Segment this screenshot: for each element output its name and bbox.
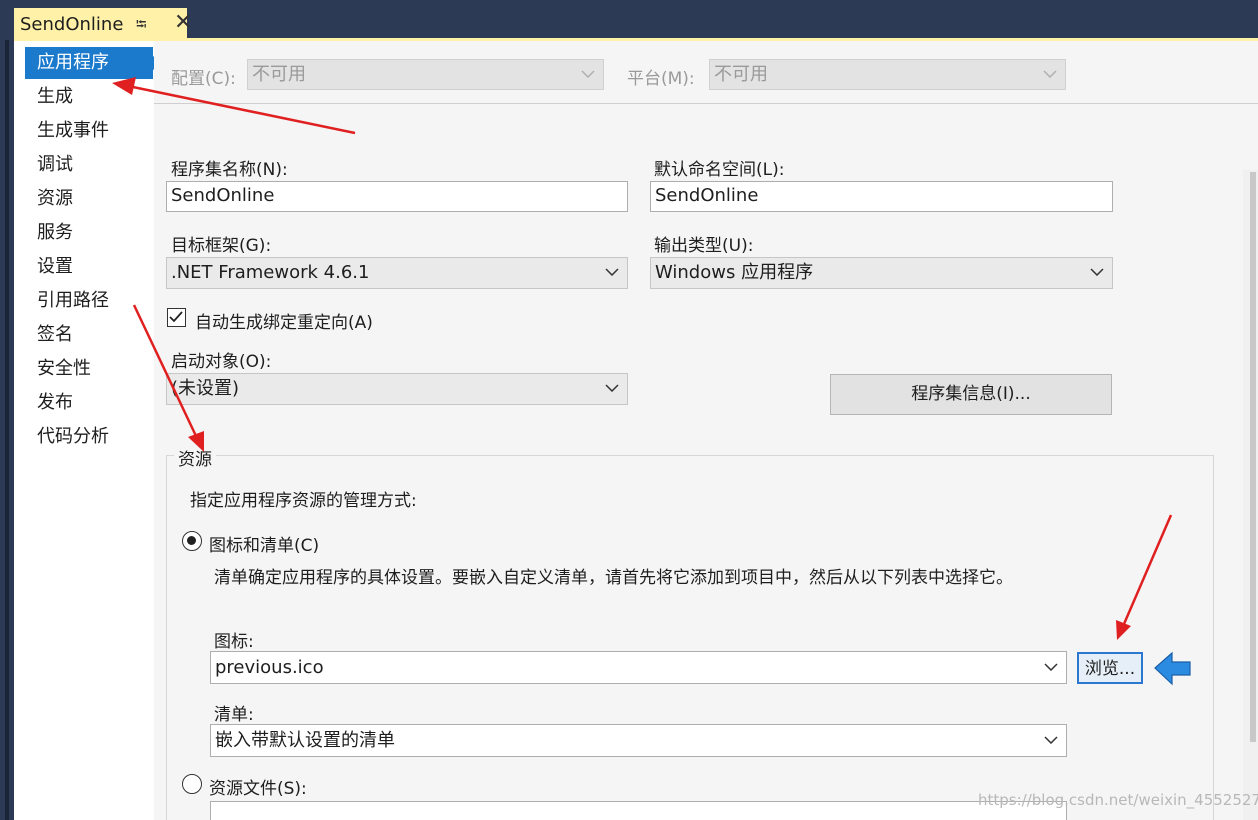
config-select: 不可用 (247, 59, 604, 90)
target-framework-value: .NET Framework 4.6.1 (171, 262, 370, 283)
nav-item-publish[interactable]: 发布 (25, 387, 153, 419)
browse-button[interactable]: 浏览... (1077, 652, 1143, 684)
default-namespace-input[interactable]: SendOnline (650, 181, 1113, 212)
output-type-label: 输出类型(U): (654, 236, 754, 256)
icon-manifest-hint: 清单确定应用程序的具体设置。要嵌入自定义清单，请首先将它添加到项目中，然后从以下… (214, 568, 1013, 588)
auto-binding-checkbox[interactable] (167, 308, 186, 327)
auto-binding-label: 自动生成绑定重定向(A) (195, 313, 373, 333)
chevron-down-icon (1090, 268, 1104, 276)
startup-object-label: 启动对象(O): (171, 352, 272, 372)
watermark: https://blog.csdn.net/weixin_45525272 (978, 791, 1258, 809)
nav-item-code-analysis[interactable]: 代码分析 (25, 421, 153, 453)
resource-file-input[interactable] (210, 801, 1067, 820)
chevron-down-icon (605, 268, 619, 276)
manifest-select[interactable]: 嵌入带默认设置的清单 (210, 724, 1067, 757)
assembly-name-label: 程序集名称(N): (171, 160, 288, 180)
icon-manifest-radio[interactable] (182, 531, 202, 551)
assembly-name-input[interactable]: SendOnline (166, 181, 628, 212)
nav-item-debug[interactable]: 调试 (25, 149, 153, 181)
chevron-down-icon (605, 384, 619, 392)
close-icon[interactable]: ✕ (174, 10, 192, 35)
startup-object-select[interactable]: (未设置) (166, 373, 628, 405)
document-tab[interactable]: SendOnline ⭾ ✕ (14, 8, 192, 40)
icon-label: 图标: (214, 632, 254, 652)
chevron-down-icon (1044, 662, 1058, 671)
platform-label: 平台(M): (627, 69, 695, 89)
nav-item-reference-paths[interactable]: 引用路径 (25, 285, 153, 317)
chevron-down-icon (581, 69, 595, 78)
assembly-info-button[interactable]: 程序集信息(I)... (830, 374, 1112, 415)
resources-description: 指定应用程序资源的管理方式: (190, 491, 417, 511)
checkmark-icon (169, 311, 183, 323)
nav-item-security[interactable]: 安全性 (25, 353, 153, 385)
nav-item-settings[interactable]: 设置 (25, 251, 153, 283)
pin-icon[interactable]: ⭾ (136, 14, 147, 38)
output-type-select[interactable]: Windows 应用程序 (650, 257, 1113, 289)
startup-object-value: (未设置) (171, 378, 240, 399)
output-type-value: Windows 应用程序 (655, 262, 814, 283)
target-framework-label: 目标框架(G): (171, 236, 272, 256)
resource-file-radio[interactable] (182, 774, 202, 794)
document-tab-title: SendOnline (20, 13, 124, 35)
nav-item-services[interactable]: 服务 (25, 217, 153, 249)
chevron-down-icon (1044, 735, 1058, 744)
nav-item-application[interactable]: 应用程序 (25, 47, 163, 79)
config-select-value: 不可用 (252, 64, 306, 85)
nav-item-build[interactable]: 生成 (25, 81, 153, 113)
nav-item-resources[interactable]: 资源 (25, 183, 153, 215)
nav-item-signing[interactable]: 签名 (25, 319, 153, 351)
resource-file-radio-label: 资源文件(S): (209, 779, 307, 799)
left-window-edge-strip (5, 40, 9, 820)
config-label: 配置(C): (171, 69, 236, 89)
nav-item-build-events[interactable]: 生成事件 (25, 115, 153, 147)
icon-manifest-radio-label: 图标和清单(C) (209, 536, 320, 556)
manifest-select-value: 嵌入带默认设置的清单 (215, 730, 395, 751)
resources-group-title: 资源 (174, 445, 216, 470)
platform-select: 不可用 (709, 59, 1066, 90)
project-properties-nav: 应用程序 生成 生成事件 调试 资源 服务 设置 引用路径 签名 安全性 发布 … (14, 41, 163, 820)
icon-select-value: previous.ico (215, 657, 324, 678)
default-namespace-label: 默认命名空间(L): (654, 160, 785, 180)
chevron-down-icon (1043, 69, 1057, 78)
scrollbar-thumb[interactable] (1250, 172, 1256, 742)
platform-select-value: 不可用 (714, 64, 768, 85)
icon-select[interactable]: previous.ico (210, 651, 1067, 684)
target-framework-select[interactable]: .NET Framework 4.6.1 (166, 257, 628, 289)
manifest-label: 清单: (214, 705, 254, 725)
